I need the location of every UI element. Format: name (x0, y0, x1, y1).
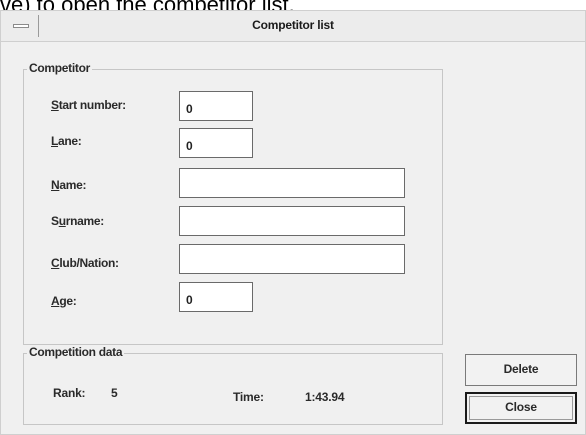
close-button[interactable]: Close (465, 392, 577, 424)
name-label: Name: (51, 178, 87, 192)
lane-field[interactable] (179, 128, 253, 158)
rank-label: Rank: (53, 386, 86, 400)
club-nation-label: Club/Nation: (51, 256, 119, 270)
time-value: 1:43.94 (305, 390, 345, 404)
competition-data-group-label: Competition data (27, 345, 125, 359)
lane-label: Lane: (51, 134, 82, 148)
competitor-group-label: Competitor (27, 61, 92, 75)
delete-button[interactable]: Delete (465, 354, 577, 386)
surname-label: Surname: (51, 214, 104, 228)
time-label: Time: (233, 390, 264, 404)
age-label: Age: (51, 294, 77, 308)
club-nation-field[interactable] (179, 244, 405, 274)
competition-data-group (23, 353, 443, 425)
name-field[interactable] (179, 168, 405, 198)
age-field[interactable] (179, 282, 253, 312)
window-title: Competitor list (252, 18, 334, 32)
competitor-list-window: Competitor list Competitor Start number:… (0, 10, 586, 435)
start-number-label: Start number: (51, 98, 126, 112)
surname-field[interactable] (179, 206, 405, 236)
rank-value: 5 (111, 386, 118, 400)
title-bar: Competitor list (1, 11, 585, 42)
start-number-field[interactable] (179, 91, 253, 121)
